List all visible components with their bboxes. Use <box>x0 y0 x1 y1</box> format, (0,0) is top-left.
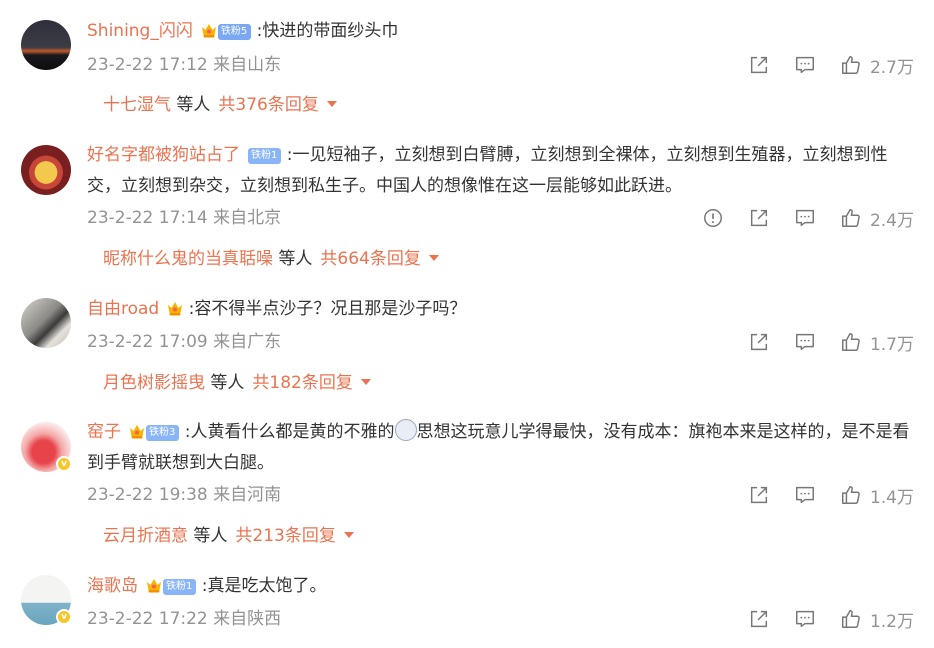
like-icon <box>840 54 862 76</box>
share-button[interactable] <box>748 484 770 506</box>
comment-text: Shining_闪闪 铁粉5 :快进的带面纱头巾 <box>87 16 917 47</box>
reply-user[interactable]: 月色树影摇曳 <box>103 373 205 393</box>
crown-icon <box>129 424 145 439</box>
action-bar: 2.7万 <box>724 53 914 78</box>
share-button[interactable] <box>748 54 770 76</box>
reply-mid: 等人 <box>193 526 228 546</box>
comment-text: 好名字都被狗站占了 铁粉1 :一见短袖子，立刻想到白臂膊，立刻想到全裸体，立刻想到… <box>87 140 917 202</box>
fan-badge: 铁粉5 <box>217 24 252 40</box>
comment-button[interactable] <box>794 608 816 630</box>
comment-icon <box>794 331 816 353</box>
comment-button[interactable] <box>794 484 816 506</box>
like-icon <box>840 331 862 353</box>
comment-body: :人黄看什么都是黄的不雅的 <box>184 422 395 442</box>
fan-badge: 铁粉3 <box>146 425 180 441</box>
username-link[interactable]: Shining_闪闪 <box>87 21 193 41</box>
share-icon <box>748 608 770 630</box>
crown-icon <box>146 578 162 593</box>
like-button[interactable]: 1.2万 <box>840 607 914 632</box>
comment-button[interactable] <box>794 207 816 229</box>
like-button[interactable]: 1.4万 <box>840 483 914 508</box>
caret-down-icon[interactable] <box>326 101 337 107</box>
like-count: 1.4万 <box>869 487 914 508</box>
reply-count[interactable]: 共664条回复 <box>320 249 420 269</box>
share-icon <box>748 207 770 229</box>
like-count: 1.2万 <box>869 611 914 632</box>
comment-meta: 23-2-22 17:12 来自山东 <box>87 55 282 75</box>
avatar[interactable] <box>21 145 71 195</box>
crown-icon <box>201 23 217 38</box>
comment-meta: 23-2-22 17:22 来自陕西 <box>87 609 282 629</box>
action-bar: 1.2万 <box>724 607 914 632</box>
comment-text: 自由road :容不得半点沙子？况且那是沙子吗？ <box>87 294 917 325</box>
verified-badge: v <box>56 456 72 472</box>
crown-icon <box>167 301 183 316</box>
action-bar: 1.7万 <box>724 330 914 355</box>
comment-meta: 23-2-22 19:38 来自河南 <box>87 485 282 505</box>
share-button[interactable] <box>748 207 770 229</box>
report-button[interactable] <box>702 207 724 229</box>
caret-down-icon[interactable] <box>428 255 439 261</box>
reply-summary[interactable]: 月色树影摇曳 等人 共182条回复 <box>103 372 371 394</box>
comment-meta: 23-2-22 17:14 来自北京 <box>87 208 282 228</box>
reply-mid: 等人 <box>176 95 211 115</box>
comment-icon <box>794 608 816 630</box>
action-bar: 2.4万 <box>678 206 914 231</box>
action-bar: 1.4万 <box>724 483 914 508</box>
like-count: 2.4万 <box>869 210 914 231</box>
like-count: 2.7万 <box>869 57 914 78</box>
comment-body: :容不得半点沙子？况且那是沙子吗？ <box>188 299 467 319</box>
comment-button[interactable] <box>794 54 816 76</box>
share-icon <box>748 331 770 353</box>
caret-down-icon[interactable] <box>343 532 354 538</box>
comment-body: :快进的带面纱头巾 <box>256 21 399 41</box>
username-link[interactable]: 海歌岛 <box>87 576 138 596</box>
comment-icon <box>794 484 816 506</box>
emoji-icon <box>394 419 417 441</box>
share-icon <box>748 54 770 76</box>
reply-user[interactable]: 十七湿气 <box>103 95 171 115</box>
like-count: 1.7万 <box>869 334 914 355</box>
reply-mid: 等人 <box>210 373 245 393</box>
share-button[interactable] <box>748 331 770 353</box>
comment-icon <box>794 54 816 76</box>
caret-down-icon[interactable] <box>360 379 371 385</box>
fan-badge: 铁粉1 <box>248 148 282 164</box>
report-icon <box>702 207 724 229</box>
reply-summary[interactable]: 昵称什么鬼的当真聒噪 等人 共664条回复 <box>103 248 439 270</box>
like-icon <box>840 207 862 229</box>
like-icon <box>840 484 862 506</box>
username-link[interactable]: 窑子 <box>87 422 121 442</box>
reply-summary[interactable]: 云月折酒意 等人 共213条回复 <box>103 525 354 547</box>
like-button[interactable]: 2.7万 <box>840 53 914 78</box>
reply-count[interactable]: 共213条回复 <box>235 526 335 546</box>
like-button[interactable]: 2.4万 <box>840 206 914 231</box>
comment-text: 海歌岛 铁粉1 :真是吃太饱了。 <box>87 571 917 602</box>
username-link[interactable]: 好名字都被狗站占了 <box>87 145 240 165</box>
fan-badge: 铁粉1 <box>163 579 197 595</box>
avatar[interactable] <box>21 20 71 70</box>
comment-icon <box>794 207 816 229</box>
share-button[interactable] <box>748 608 770 630</box>
reply-user[interactable]: 云月折酒意 <box>103 526 188 546</box>
username-link[interactable]: 自由road <box>87 299 159 319</box>
like-icon <box>840 608 862 630</box>
share-icon <box>748 484 770 506</box>
comment-meta: 23-2-22 17:09 来自广东 <box>87 332 282 352</box>
comment-button[interactable] <box>794 331 816 353</box>
reply-count[interactable]: 共376条回复 <box>218 95 318 115</box>
comment-text: 窑子 铁粉3 :人黄看什么都是黄的不雅的 思想这玩意儿学得最快，没有成本：旗袍本来是… <box>87 417 917 479</box>
reply-count[interactable]: 共182条回复 <box>252 373 352 393</box>
reply-mid: 等人 <box>278 249 313 269</box>
reply-summary[interactable]: 十七湿气 等人 共376条回复 <box>103 94 337 116</box>
like-button[interactable]: 1.7万 <box>840 330 914 355</box>
comment-body: :真是吃太饱了。 <box>201 576 327 596</box>
verified-badge: v <box>56 609 72 625</box>
reply-user[interactable]: 昵称什么鬼的当真聒噪 <box>103 249 273 269</box>
avatar[interactable] <box>21 298 71 348</box>
